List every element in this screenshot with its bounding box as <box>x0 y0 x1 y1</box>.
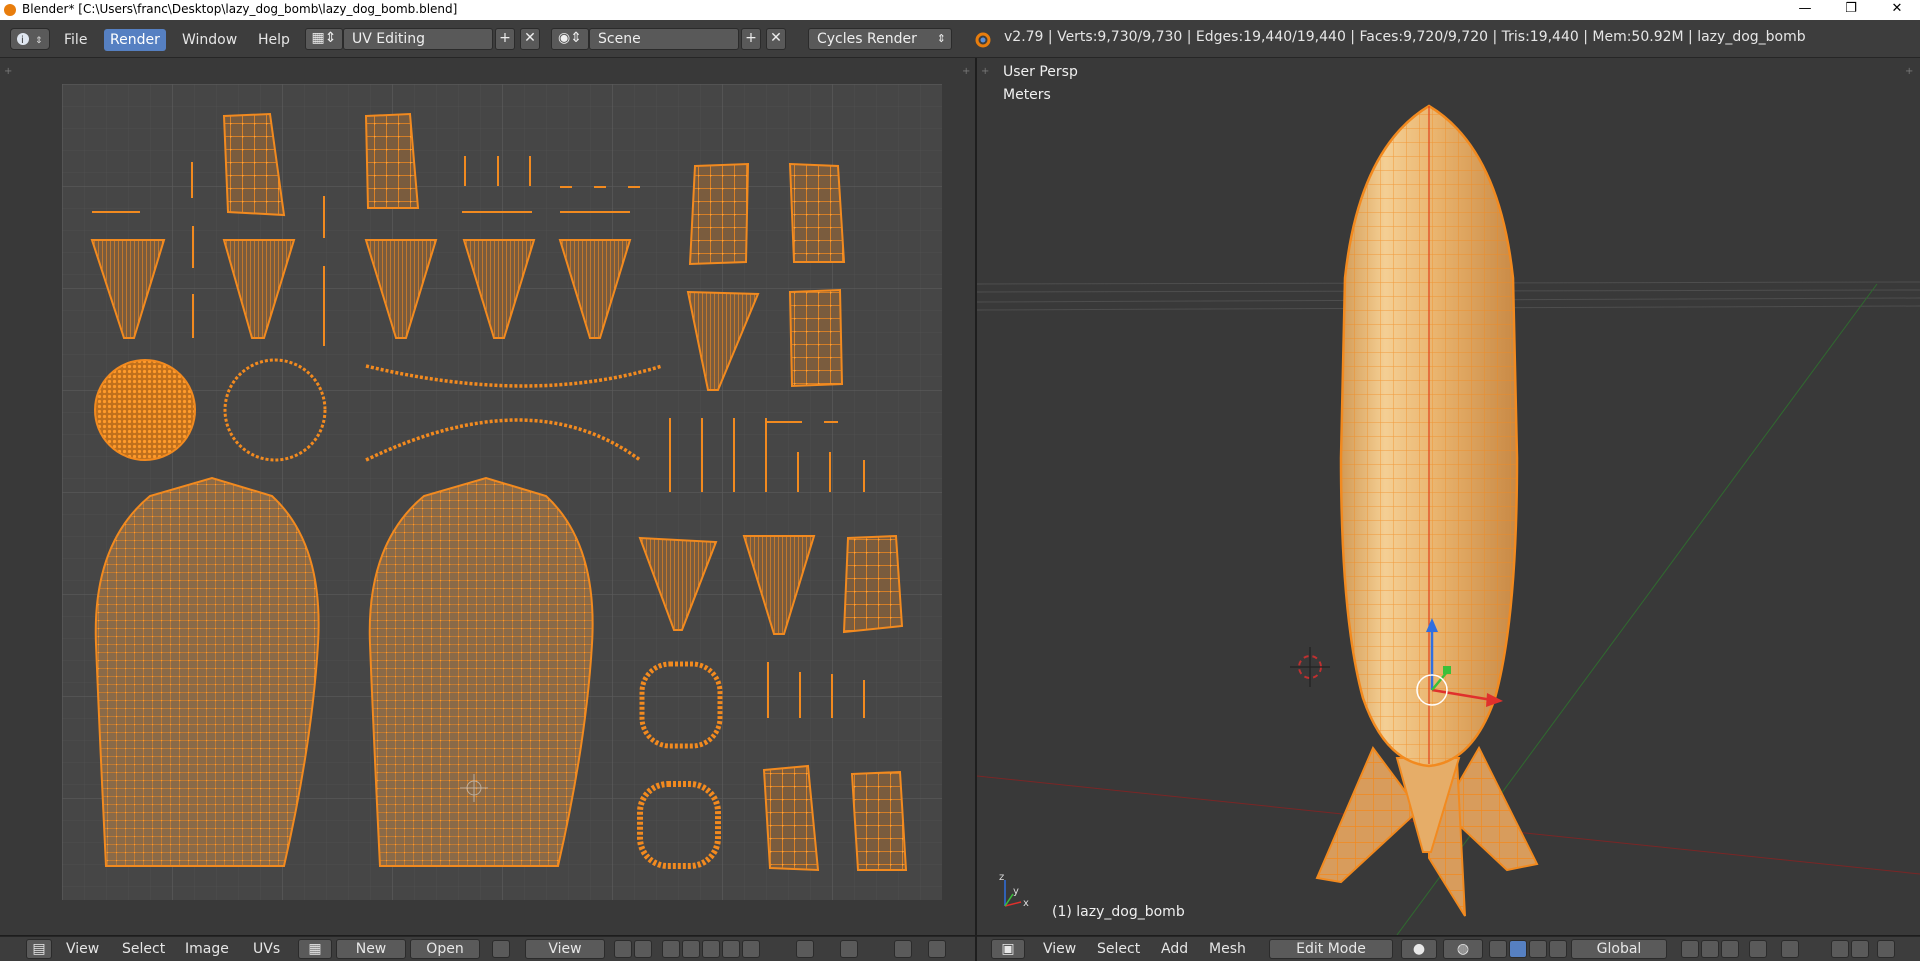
active-object-label: (1) lazy_dog_bomb <box>1052 904 1185 920</box>
proportional-falloff-icon[interactable] <box>840 940 858 958</box>
rotate-manipulator-icon[interactable] <box>1529 940 1547 958</box>
window-titlebar: Blender* [C:\Users\franc\Desktop\lazy_do… <box>0 0 1920 20</box>
select-vertex-icon[interactable] <box>662 940 680 958</box>
uv-island <box>762 764 820 872</box>
restore-button[interactable]: ❐ <box>1828 0 1874 20</box>
window-title: Blender* [C:\Users\franc\Desktop\lazy_do… <box>22 2 458 16</box>
add-screen-button[interactable]: + <box>495 28 515 50</box>
uv-body-half-left <box>94 476 320 867</box>
mode-label: Edit Mode <box>1296 941 1366 957</box>
transform-orientation-select[interactable]: Global <box>1571 939 1667 959</box>
menu-select[interactable]: Select <box>1097 940 1140 958</box>
close-window-button[interactable]: ✕ <box>1874 0 1920 20</box>
uv-island <box>850 770 908 871</box>
select-face-icon[interactable] <box>1721 940 1739 958</box>
svg-text:z: z <box>999 872 1004 883</box>
shading-select[interactable]: ● <box>1401 939 1437 959</box>
uv-map-canvas[interactable] <box>62 84 942 900</box>
3d-viewport[interactable]: User Persp Meters + + z x y (1) lazy_dog… <box>977 58 1920 935</box>
snap-element-icon[interactable] <box>1851 940 1869 958</box>
region-toggle-icon[interactable]: + <box>962 66 970 77</box>
screen-layout-browse-button[interactable]: ▦⇕ <box>305 28 343 50</box>
sync-selection-icon[interactable] <box>634 940 652 958</box>
snap-target-icon[interactable] <box>1877 940 1895 958</box>
3d-view-header: ▣ View Select Add Mesh Edit Mode ● ◍ Glo… <box>977 936 1920 961</box>
limit-to-visible-icon[interactable] <box>1749 940 1767 958</box>
interaction-mode-select[interactable]: Edit Mode <box>1269 939 1393 959</box>
translate-manipulator-icon[interactable] <box>1509 940 1527 958</box>
new-image-button[interactable]: New <box>336 939 406 959</box>
uv-disc-island <box>94 359 196 461</box>
menu-file[interactable]: File <box>58 29 93 51</box>
view-mode-label: View <box>548 941 582 957</box>
open-image-button[interactable]: Open <box>410 939 480 959</box>
uv-island <box>788 288 844 388</box>
pivot-icon[interactable] <box>614 940 632 958</box>
manipulator-toggle-icon[interactable] <box>1489 940 1507 958</box>
minimize-button[interactable]: — <box>1782 0 1828 20</box>
menu-render[interactable]: Render <box>104 29 166 51</box>
pivot-point-select[interactable]: ◍ <box>1443 939 1483 959</box>
snap-icon[interactable] <box>1831 940 1849 958</box>
add-scene-button[interactable]: + <box>741 28 761 50</box>
select-vertex-icon[interactable] <box>1681 940 1699 958</box>
svg-text:y: y <box>1013 886 1019 897</box>
uv-island <box>364 112 420 209</box>
scene-field[interactable]: Scene <box>589 28 739 50</box>
menu-uvs[interactable]: UVs <box>253 940 280 958</box>
uv-island <box>842 534 904 634</box>
delete-screen-button[interactable]: ✕ <box>520 28 540 50</box>
select-face-icon[interactable] <box>702 940 720 958</box>
menu-view[interactable]: View <box>66 940 99 958</box>
svg-text:x: x <box>1023 898 1029 909</box>
sticky-select-icon[interactable] <box>742 940 760 958</box>
uv-island <box>788 162 846 263</box>
select-edge-icon[interactable] <box>682 940 700 958</box>
dropdown-arrows-icon: ⇕ <box>936 32 946 45</box>
region-toggle-icon[interactable]: + <box>4 66 12 77</box>
scene-browse-button[interactable]: ◉⇕ <box>551 28 589 50</box>
uv-image-editor[interactable]: + + <box>0 58 975 935</box>
svg-text:i: i <box>21 35 24 46</box>
editor-type-selector[interactable]: i ⇕ <box>10 28 50 50</box>
scene-statistics: v2.79 | Verts:9,730/9,730 | Edges:19,440… <box>1004 29 1806 45</box>
3d-cursor-icon[interactable] <box>1290 647 1330 687</box>
menu-image[interactable]: Image <box>185 940 229 958</box>
menu-window[interactable]: Window <box>176 29 243 51</box>
menu-view[interactable]: View <box>1043 940 1076 958</box>
uv-editor-header: ▤ View Select Image UVs ▦ New Open View <box>0 936 975 961</box>
delete-scene-button[interactable]: ✕ <box>766 28 786 50</box>
open-label: Open <box>426 941 464 957</box>
info-icon: i ⇕ <box>17 33 43 46</box>
menu-mesh[interactable]: Mesh <box>1209 940 1246 958</box>
orientation-label: Global <box>1596 941 1642 957</box>
blender-logo-icon <box>4 4 16 16</box>
3d-scene-canvas[interactable]: z x y <box>977 58 1920 935</box>
render-engine-label: Cycles Render <box>817 31 917 47</box>
svg-text:⇕: ⇕ <box>35 36 43 46</box>
menu-add[interactable]: Add <box>1161 940 1188 958</box>
select-island-icon[interactable] <box>722 940 740 958</box>
proportional-edit-icon[interactable] <box>796 940 814 958</box>
axis-gizmo-icon: z x y <box>999 872 1029 909</box>
image-browse-button[interactable]: ▦ <box>298 939 332 959</box>
menu-select[interactable]: Select <box>122 940 165 958</box>
snap-element-icon[interactable] <box>928 940 946 958</box>
blender-logo-icon <box>975 32 991 48</box>
menu-help[interactable]: Help <box>252 29 296 51</box>
uv-island <box>688 162 750 266</box>
select-edge-icon[interactable] <box>1701 940 1719 958</box>
scale-manipulator-icon[interactable] <box>1549 940 1567 958</box>
info-header: i ⇕ File Render Window Help ▦⇕ UV Editin… <box>0 20 1920 58</box>
new-label: New <box>355 941 387 957</box>
pin-icon[interactable] <box>492 940 510 958</box>
editor-type-selector[interactable]: ▣ <box>991 939 1025 959</box>
uv-body-half-right <box>368 476 594 867</box>
editor-type-selector[interactable]: ▤ <box>26 939 52 959</box>
proportional-edit-icon[interactable] <box>1781 940 1799 958</box>
snap-icon[interactable] <box>894 940 912 958</box>
screen-layout-field[interactable]: UV Editing <box>343 28 493 50</box>
render-engine-select[interactable]: Cycles Render ⇕ <box>808 28 952 50</box>
view-mode-select[interactable]: View <box>525 939 605 959</box>
